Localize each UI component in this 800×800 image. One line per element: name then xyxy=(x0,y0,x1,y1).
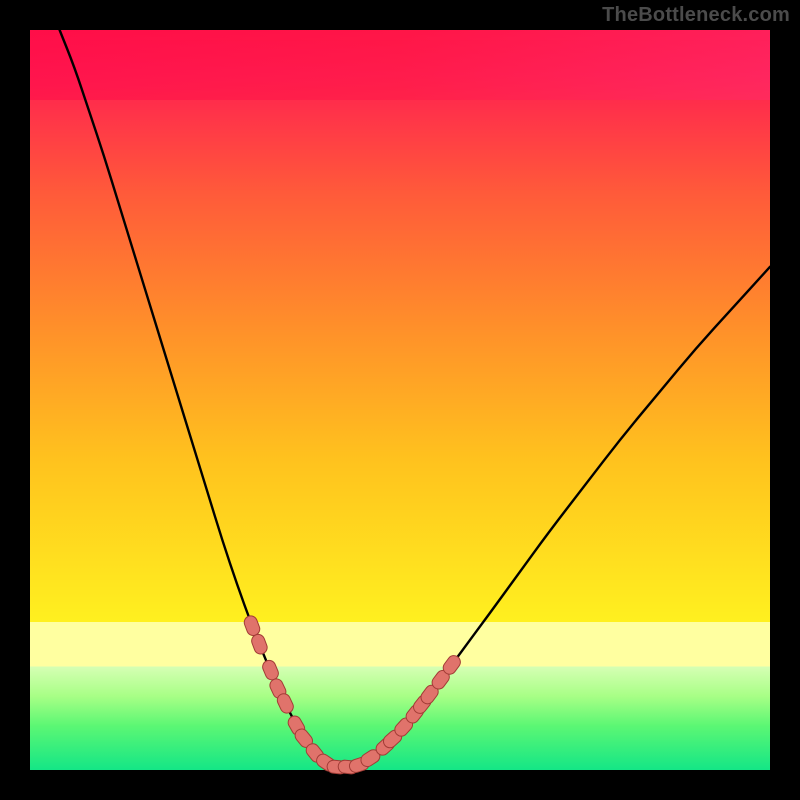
plot-area xyxy=(30,30,770,770)
watermark-text: TheBottleneck.com xyxy=(602,4,790,27)
bottleneck-chart xyxy=(0,0,800,800)
chart-stage: TheBottleneck.com xyxy=(0,0,800,800)
